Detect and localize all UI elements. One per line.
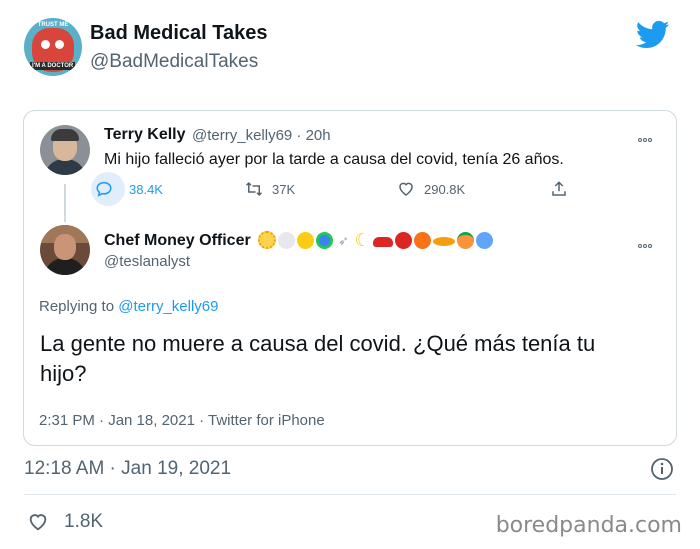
share-icon — [552, 181, 566, 196]
twitter-bird-icon[interactable] — [636, 20, 670, 50]
original-author-name[interactable]: Terry Kelly — [104, 126, 186, 144]
quoted-thread-card[interactable]: Terry Kelly @terry_kelly69 · 20h Mi hijo… — [23, 110, 677, 446]
reply-author-avatar[interactable] — [40, 225, 90, 275]
author-name[interactable]: Bad Medical Takes — [90, 22, 267, 45]
like-count: 290.8K — [424, 181, 466, 197]
reply-button[interactable]: 38.4K — [91, 172, 163, 206]
original-author-meta[interactable]: @terry_kelly69 · 20h — [192, 127, 331, 144]
watermark: boredpanda.com — [495, 513, 682, 538]
reply-icon-wrap — [91, 172, 125, 206]
reply-author-handle[interactable]: @teslanalyst — [104, 253, 190, 270]
original-author-avatar[interactable] — [40, 125, 90, 175]
replying-prefix: Replying to — [39, 298, 119, 315]
avatar-eye-left — [41, 40, 50, 49]
heart-icon — [399, 182, 413, 196]
author-handle[interactable]: @BadMedicalTakes — [90, 51, 258, 73]
moon-icon: ☾ — [354, 229, 371, 250]
red-circle-icon — [395, 231, 412, 249]
share-button[interactable] — [550, 175, 576, 203]
original-tweet-text: Mi hijo falleció ayer por la tarde a cau… — [104, 151, 564, 168]
saturn-icon — [433, 236, 455, 246]
replying-to-link[interactable]: @terry_kelly69 — [118, 298, 218, 315]
peach-icon — [457, 231, 474, 249]
divider — [24, 494, 676, 495]
reply-icon — [96, 181, 112, 197]
reply-timestamp[interactable]: 2:31 PM · Jan 18, 2021 · Twitter for iPh… — [39, 412, 325, 429]
outer-like-count: 1.8K — [64, 511, 104, 532]
retweet-button[interactable]: 37K — [244, 175, 295, 203]
car-icon — [373, 237, 393, 247]
avatar-body — [44, 159, 86, 175]
like-button[interactable]: 290.8K — [396, 175, 465, 203]
avatar-cap — [51, 129, 79, 141]
orange-circle-icon — [414, 231, 431, 249]
earth-icon — [316, 231, 333, 249]
rocket-icon: ➶ — [338, 232, 349, 248]
avatar-text-bottom: I'M A DOCTOR — [30, 62, 76, 70]
avatar-head — [54, 234, 76, 260]
more-options-icon[interactable] — [638, 235, 658, 248]
more-options-icon[interactable] — [638, 129, 658, 142]
info-icon[interactable] — [650, 457, 674, 481]
retweet-count: 37K — [272, 181, 296, 197]
white-circle-icon — [278, 231, 295, 249]
thread-connector-line — [64, 184, 66, 222]
outer-timestamp[interactable]: 12:18 AM · Jan 19, 2021 — [24, 458, 231, 480]
name-emoji-list: ➶ ☾ — [258, 230, 495, 250]
tweet-actions: 38.4K 37K 290.8K — [91, 172, 576, 206]
reply-count: 38.4K — [129, 181, 163, 197]
outer-like-button[interactable]: 1.8K — [26, 509, 103, 535]
retweet-icon — [245, 181, 263, 197]
cold-face-icon — [476, 231, 493, 249]
avatar-eye-right — [55, 40, 64, 49]
sun-icon — [258, 231, 276, 249]
avatar-text-top: TRUST ME — [37, 22, 69, 28]
avatar[interactable]: TRUST ME I'M A DOCTOR — [24, 18, 82, 76]
avatar-body — [44, 258, 86, 275]
heart-icon — [29, 514, 47, 531]
outer-tweet-header: TRUST ME I'M A DOCTOR Bad Medical Takes … — [24, 16, 676, 76]
replying-to: Replying to @terry_kelly69 — [39, 298, 218, 315]
reply-tweet-text: La gente no muere a causa del covid. ¿Qu… — [40, 331, 596, 386]
reply-author-name[interactable]: Chef Money Officer — [104, 232, 251, 250]
yellow-circle-icon — [297, 231, 314, 249]
